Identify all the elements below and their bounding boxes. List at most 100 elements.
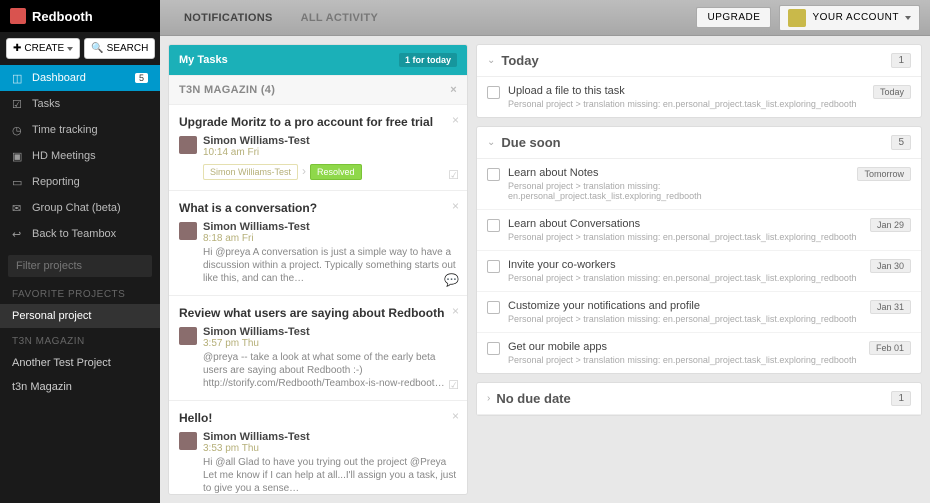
check-icon[interactable]: ☑ (448, 378, 459, 392)
notif-user: Simon Williams-Test (203, 221, 457, 233)
group-header[interactable]: ⌄ Today 1 (477, 45, 921, 77)
avatar (179, 432, 197, 450)
chevron-right-icon: › (487, 393, 490, 404)
notif-time: 3:57 pm Thu (203, 338, 457, 349)
task-row[interactable]: Upload a file to this task Personal proj… (477, 77, 921, 117)
create-label: CREATE (24, 43, 64, 54)
chevron-down-icon: ⌄ (487, 55, 495, 66)
task-row[interactable]: Learn about Conversations Personal proje… (477, 210, 921, 251)
logo[interactable]: Redbooth (0, 0, 160, 32)
favorite-projects-header: FAVORITE PROJECTS (0, 281, 160, 304)
close-icon[interactable]: × (452, 113, 459, 127)
search-button[interactable]: 🔍 SEARCH (84, 38, 155, 59)
project-personal[interactable]: Personal project (0, 304, 160, 328)
close-icon[interactable]: × (452, 304, 459, 318)
task-checkbox[interactable] (487, 342, 500, 355)
nav-reporting[interactable]: ▭ Reporting (0, 169, 160, 195)
status-tag: Resolved (310, 164, 362, 180)
project-t3n-magazin[interactable]: t3n Magazin (0, 375, 160, 399)
nav-label: Dashboard (32, 72, 86, 84)
search-icon: 🔍 (91, 43, 103, 54)
notif-user: Simon Williams-Test (203, 326, 457, 338)
nav-group-chat[interactable]: ✉ Group Chat (beta) (0, 195, 160, 221)
filter-projects-input[interactable]: Filter projects (8, 255, 152, 277)
group-header[interactable]: ⌄ Due soon 5 (477, 127, 921, 159)
notif-user: Simon Williams-Test (203, 431, 457, 443)
logo-text: Redbooth (32, 9, 93, 24)
upgrade-button[interactable]: UPGRADE (696, 7, 771, 28)
group-count: 5 (891, 135, 911, 150)
topbar: NOTIFICATIONS ALL ACTIVITY UPGRADE YOUR … (160, 0, 930, 36)
sidebar: Redbooth ✚ CREATE 🔍 SEARCH ◫ Dashboard 5… (0, 0, 160, 503)
logo-icon (10, 8, 26, 24)
nav-tasks[interactable]: ☑ Tasks (0, 91, 160, 117)
task-due-badge: Today (873, 85, 911, 99)
notification-item[interactable]: × What is a conversation? Simon Williams… (169, 191, 467, 296)
task-group-today: ⌄ Today 1 Upload a file to this task Per… (476, 44, 922, 118)
task-row[interactable]: Learn about Notes Personal project > tra… (477, 159, 921, 210)
tab-all-activity[interactable]: ALL ACTIVITY (287, 0, 393, 36)
task-title: Customize your notifications and profile (508, 300, 862, 312)
notif-title: Hello! (179, 411, 457, 425)
task-subtitle: Personal project > translation missing: … (508, 99, 865, 109)
create-button[interactable]: ✚ CREATE (6, 38, 80, 59)
chat-icon: ✉ (12, 202, 24, 214)
account-button[interactable]: YOUR ACCOUNT (779, 5, 920, 31)
notifications-column: My Tasks 1 for today T3N MAGAZIN (4) × ×… (168, 44, 468, 495)
task-due-badge: Jan 29 (870, 218, 911, 232)
nav-label: HD Meetings (32, 150, 96, 162)
project-group-header: T3N MAGAZIN (0, 328, 160, 351)
task-subtitle: Personal project > translation missing: … (508, 355, 861, 365)
close-icon[interactable]: × (452, 199, 459, 213)
task-subtitle: Personal project > translation missing: … (508, 232, 862, 242)
search-label: SEARCH (107, 43, 149, 54)
task-due-badge: Tomorrow (857, 167, 911, 181)
task-row[interactable]: Get our mobile apps Personal project > t… (477, 333, 921, 373)
notification-item[interactable]: × Hello! Simon Williams-Test 3:53 pm Thu… (169, 401, 467, 495)
task-checkbox[interactable] (487, 219, 500, 232)
nav-badge: 5 (135, 73, 148, 83)
task-row[interactable]: Customize your notifications and profile… (477, 292, 921, 333)
plus-icon: ✚ (13, 43, 21, 54)
notif-title: Review what users are saying about Redbo… (179, 306, 457, 320)
nav-hd-meetings[interactable]: ▣ HD Meetings (0, 143, 160, 169)
sidebar-buttons: ✚ CREATE 🔍 SEARCH (0, 32, 160, 65)
chat-icon[interactable]: 💬 (444, 273, 459, 287)
group-header[interactable]: › No due date 1 (477, 383, 921, 415)
nav-back-teambox[interactable]: ↩ Back to Teambox (0, 221, 160, 247)
nav-dashboard[interactable]: ◫ Dashboard 5 (0, 65, 160, 91)
task-subtitle: Personal project > translation missing: … (508, 314, 862, 324)
task-checkbox[interactable] (487, 86, 500, 99)
task-title: Upload a file to this task (508, 85, 865, 97)
notif-body: Hi @preya A conversation is just a simpl… (203, 246, 457, 285)
notif-time: 3:53 pm Thu (203, 443, 457, 454)
notification-item[interactable]: × Upgrade Moritz to a pro account for fr… (169, 105, 467, 191)
task-subtitle: Personal project > translation missing: … (508, 181, 849, 201)
nav-label: Tasks (32, 98, 60, 110)
close-icon[interactable]: × (450, 84, 457, 96)
close-icon[interactable]: × (452, 409, 459, 423)
check-icon[interactable]: ☑ (448, 168, 459, 182)
task-checkbox[interactable] (487, 168, 500, 181)
task-checkbox[interactable] (487, 301, 500, 314)
clock-icon: ◷ (12, 124, 24, 136)
notif-user: Simon Williams-Test (203, 135, 457, 147)
notif-body: Hi @all Glad to have you trying out the … (203, 456, 457, 495)
notif-section-header[interactable]: T3N MAGAZIN (4) × (169, 75, 467, 105)
task-subtitle: Personal project > translation missing: … (508, 273, 862, 283)
notification-item[interactable]: × Review what users are saying about Red… (169, 296, 467, 401)
task-title: Invite your co-workers (508, 259, 862, 271)
notif-title: What is a conversation? (179, 201, 457, 215)
task-title: Get our mobile apps (508, 341, 861, 353)
group-title: Today (501, 53, 538, 68)
my-tasks-header[interactable]: My Tasks 1 for today (169, 45, 467, 75)
notif-time: 8:18 am Fri (203, 233, 457, 244)
chart-icon: ▭ (12, 176, 24, 188)
task-row[interactable]: Invite your co-workers Personal project … (477, 251, 921, 292)
task-checkbox[interactable] (487, 260, 500, 273)
back-icon: ↩ (12, 228, 24, 240)
nav-time-tracking[interactable]: ◷ Time tracking (0, 117, 160, 143)
task-group-due-soon: ⌄ Due soon 5 Learn about Notes Personal … (476, 126, 922, 374)
project-another-test[interactable]: Another Test Project (0, 351, 160, 375)
tab-notifications[interactable]: NOTIFICATIONS (170, 0, 287, 36)
